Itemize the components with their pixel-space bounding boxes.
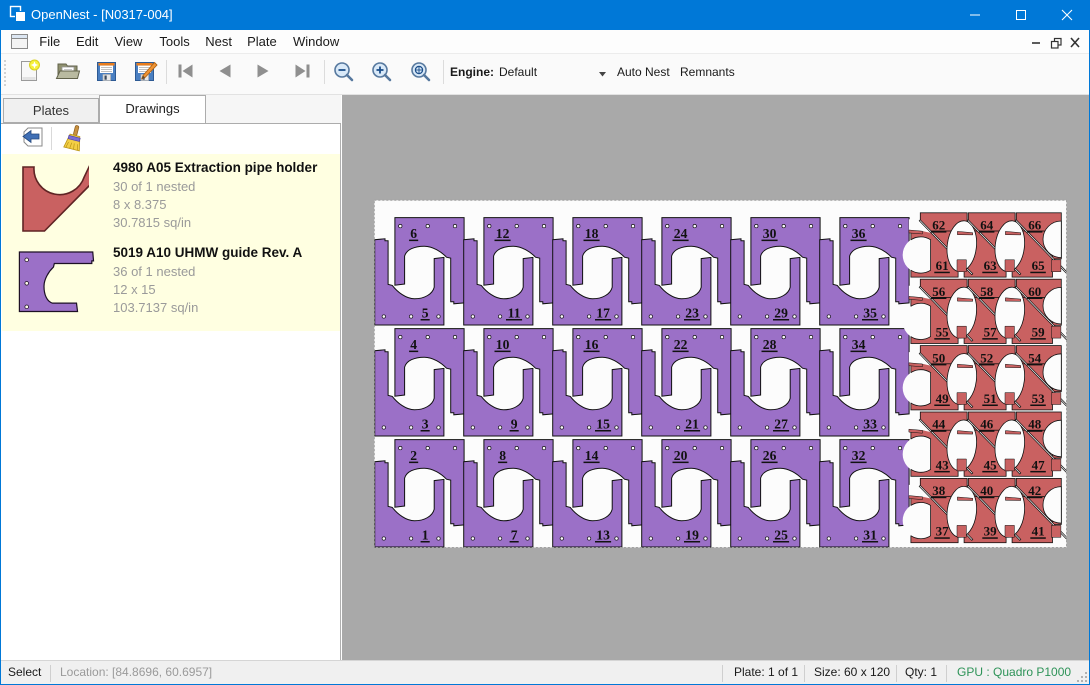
svg-text:27: 27 — [774, 416, 788, 431]
svg-text:33: 33 — [863, 416, 877, 431]
svg-text:57: 57 — [984, 325, 998, 340]
svg-text:43: 43 — [936, 457, 950, 472]
svg-text:2: 2 — [410, 448, 417, 463]
svg-text:20: 20 — [674, 448, 688, 463]
svg-text:48: 48 — [1028, 417, 1042, 432]
svg-text:61: 61 — [936, 258, 949, 273]
svg-text:15: 15 — [596, 416, 610, 431]
svg-text:63: 63 — [984, 258, 998, 273]
svg-text:12: 12 — [496, 226, 510, 241]
svg-text:66: 66 — [1028, 218, 1042, 233]
svg-text:64: 64 — [980, 218, 994, 233]
svg-text:19: 19 — [685, 527, 699, 542]
svg-text:42: 42 — [1028, 483, 1041, 498]
svg-text:30: 30 — [763, 226, 777, 241]
svg-text:38: 38 — [932, 483, 946, 498]
svg-text:21: 21 — [685, 416, 699, 431]
svg-text:14: 14 — [585, 448, 599, 463]
svg-text:18: 18 — [585, 226, 599, 241]
svg-text:56: 56 — [932, 284, 946, 299]
svg-text:29: 29 — [774, 305, 788, 320]
svg-text:10: 10 — [496, 337, 510, 352]
svg-text:62: 62 — [932, 218, 945, 233]
svg-text:11: 11 — [508, 305, 521, 320]
svg-text:3: 3 — [422, 416, 429, 431]
svg-text:31: 31 — [863, 527, 877, 542]
svg-text:24: 24 — [674, 226, 688, 241]
svg-text:45: 45 — [984, 457, 998, 472]
svg-text:39: 39 — [984, 524, 998, 539]
svg-text:44: 44 — [932, 417, 946, 432]
svg-text:52: 52 — [980, 350, 993, 365]
svg-text:53: 53 — [1032, 391, 1046, 406]
svg-text:8: 8 — [499, 448, 506, 463]
svg-text:65: 65 — [1032, 258, 1046, 273]
svg-text:59: 59 — [1032, 325, 1046, 340]
svg-text:17: 17 — [596, 305, 610, 320]
svg-text:58: 58 — [980, 284, 994, 299]
svg-text:46: 46 — [980, 417, 994, 432]
svg-text:28: 28 — [763, 337, 777, 352]
svg-text:22: 22 — [674, 337, 688, 352]
svg-text:4: 4 — [410, 337, 417, 352]
svg-text:51: 51 — [984, 391, 997, 406]
svg-text:36: 36 — [852, 226, 866, 241]
svg-text:60: 60 — [1028, 284, 1041, 299]
svg-text:34: 34 — [852, 337, 866, 352]
svg-text:5: 5 — [422, 305, 429, 320]
svg-text:6: 6 — [410, 226, 417, 241]
svg-text:47: 47 — [1032, 457, 1046, 472]
svg-text:23: 23 — [685, 305, 699, 320]
svg-text:37: 37 — [936, 524, 950, 539]
svg-text:41: 41 — [1032, 524, 1045, 539]
svg-text:50: 50 — [932, 350, 945, 365]
svg-text:13: 13 — [596, 527, 610, 542]
svg-text:26: 26 — [763, 448, 777, 463]
svg-text:49: 49 — [936, 391, 950, 406]
svg-text:9: 9 — [511, 416, 518, 431]
svg-text:35: 35 — [863, 305, 877, 320]
svg-text:16: 16 — [585, 337, 599, 352]
svg-text:55: 55 — [936, 325, 950, 340]
svg-text:40: 40 — [980, 483, 993, 498]
svg-text:54: 54 — [1028, 350, 1042, 365]
svg-text:7: 7 — [511, 527, 518, 542]
svg-text:1: 1 — [422, 527, 429, 542]
svg-text:25: 25 — [774, 527, 788, 542]
svg-text:32: 32 — [852, 448, 866, 463]
